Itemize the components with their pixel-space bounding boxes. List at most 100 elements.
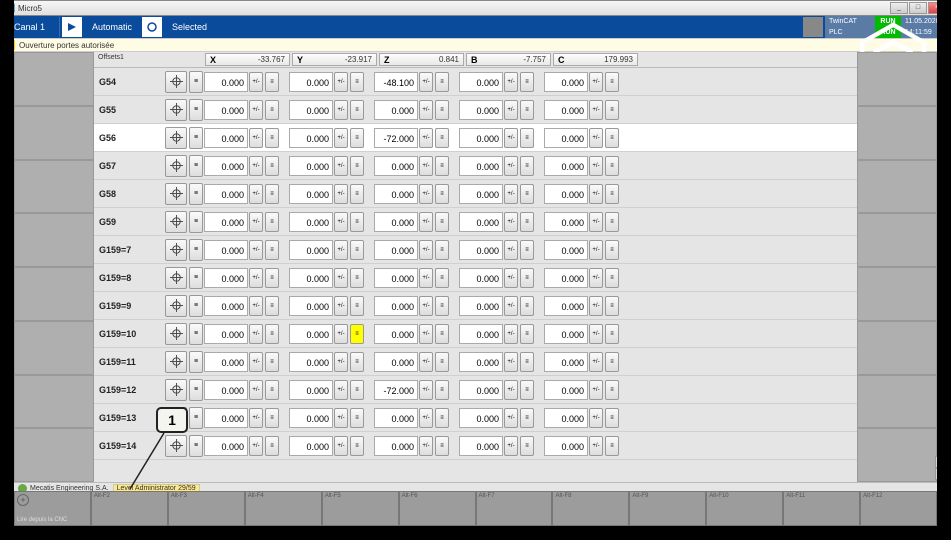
cell-menu-button[interactable]: ≡: [520, 72, 534, 92]
plusminus-button[interactable]: +/-: [334, 72, 348, 92]
cell-menu-button[interactable]: ≡: [350, 352, 364, 372]
offset-value-input[interactable]: 0.000: [289, 240, 333, 260]
offset-value-input[interactable]: 0.000: [374, 408, 418, 428]
origin-icon-button[interactable]: [165, 71, 187, 93]
offset-value-input[interactable]: 0.000: [374, 184, 418, 204]
right-slot[interactable]: [857, 52, 937, 106]
origin-icon-button[interactable]: [165, 435, 187, 457]
cell-menu-button[interactable]: ≡: [350, 100, 364, 120]
cell-menu-button[interactable]: ≡: [520, 296, 534, 316]
cell-menu-button[interactable]: ≡: [265, 352, 279, 372]
row-menu-button[interactable]: ≡: [189, 155, 203, 177]
offset-value-input[interactable]: 0.000: [289, 156, 333, 176]
plusminus-button[interactable]: +/-: [504, 128, 518, 148]
cell-menu-button[interactable]: ≡: [520, 156, 534, 176]
cell-menu-button[interactable]: ≡: [605, 268, 619, 288]
offset-value-input[interactable]: 0.000: [289, 436, 333, 456]
offset-value-input[interactable]: 0.000: [374, 240, 418, 260]
cell-menu-button[interactable]: ≡: [435, 184, 449, 204]
cell-menu-button[interactable]: ≡: [435, 296, 449, 316]
row-menu-button[interactable]: ≡: [189, 99, 203, 121]
offset-value-input[interactable]: 0.000: [289, 72, 333, 92]
cell-menu-button[interactable]: ≡: [605, 212, 619, 232]
offset-value-input[interactable]: 0.000: [204, 240, 248, 260]
cell-menu-button[interactable]: ≡: [265, 268, 279, 288]
cell-menu-button[interactable]: ≡: [265, 408, 279, 428]
plusminus-button[interactable]: +/-: [504, 156, 518, 176]
function-key-slot[interactable]: Alt-F9: [629, 491, 706, 526]
offset-value-input[interactable]: 0.000: [289, 408, 333, 428]
cell-menu-button[interactable]: ≡: [350, 156, 364, 176]
origin-icon-button[interactable]: [165, 323, 187, 345]
cell-menu-button[interactable]: ≡: [605, 184, 619, 204]
offset-value-input[interactable]: 0.000: [374, 352, 418, 372]
offset-value-input[interactable]: 0.000: [459, 380, 503, 400]
row-menu-button[interactable]: ≡: [189, 379, 203, 401]
function-key-slot[interactable]: +Lire depuis la CNC: [14, 491, 91, 526]
plusminus-button[interactable]: +/-: [504, 408, 518, 428]
origin-icon-button[interactable]: [165, 379, 187, 401]
offset-value-input[interactable]: 0.000: [544, 128, 588, 148]
plusminus-button[interactable]: +/-: [419, 212, 433, 232]
function-key-slot[interactable]: Alt-F6: [399, 491, 476, 526]
offset-value-input[interactable]: 0.000: [289, 296, 333, 316]
offset-value-input[interactable]: 0.000: [544, 380, 588, 400]
cell-menu-button[interactable]: ≡: [265, 212, 279, 232]
cell-menu-button[interactable]: ≡: [350, 380, 364, 400]
offset-value-input[interactable]: 0.000: [544, 212, 588, 232]
function-key-slot[interactable]: Alt-F2: [91, 491, 168, 526]
window-close-button[interactable]: ×: [928, 2, 946, 14]
cell-menu-button[interactable]: ≡: [435, 72, 449, 92]
plusminus-button[interactable]: +/-: [504, 352, 518, 372]
plusminus-button[interactable]: +/-: [419, 436, 433, 456]
plusminus-button[interactable]: +/-: [504, 184, 518, 204]
offset-value-input[interactable]: 0.000: [204, 380, 248, 400]
cell-menu-button[interactable]: ≡: [350, 408, 364, 428]
function-key-slot[interactable]: Alt-F11: [783, 491, 860, 526]
cell-menu-button[interactable]: ≡: [520, 128, 534, 148]
plusminus-button[interactable]: +/-: [589, 268, 603, 288]
plusminus-button[interactable]: +/-: [334, 380, 348, 400]
offset-value-input[interactable]: 0.000: [374, 436, 418, 456]
plusminus-button[interactable]: +/-: [589, 240, 603, 260]
plusminus-button[interactable]: +/-: [504, 380, 518, 400]
plusminus-button[interactable]: +/-: [334, 128, 348, 148]
row-menu-button[interactable]: ≡: [189, 211, 203, 233]
origin-icon-button[interactable]: [165, 155, 187, 177]
function-key-slot[interactable]: Alt-F4: [245, 491, 322, 526]
plusminus-button[interactable]: +/-: [419, 128, 433, 148]
offset-value-input[interactable]: 0.000: [544, 436, 588, 456]
plusminus-button[interactable]: +/-: [334, 268, 348, 288]
row-menu-button[interactable]: ≡: [189, 239, 203, 261]
plusminus-button[interactable]: +/-: [249, 296, 263, 316]
offset-value-input[interactable]: 0.000: [544, 156, 588, 176]
plusminus-button[interactable]: +/-: [334, 324, 348, 344]
left-slot[interactable]: [14, 267, 94, 321]
cell-menu-button[interactable]: ≡: [435, 156, 449, 176]
plusminus-button[interactable]: +/-: [589, 352, 603, 372]
cell-menu-button[interactable]: ≡: [520, 380, 534, 400]
offset-value-input[interactable]: 0.000: [204, 100, 248, 120]
plusminus-button[interactable]: +/-: [249, 72, 263, 92]
offset-value-input[interactable]: 0.000: [544, 296, 588, 316]
left-slot[interactable]: [14, 213, 94, 267]
offset-value-input[interactable]: 0.000: [459, 240, 503, 260]
plusminus-button[interactable]: +/-: [249, 324, 263, 344]
offset-row[interactable]: G54≡0.000+/-≡0.000+/-≡-48.100+/-≡0.000+/…: [94, 68, 857, 96]
right-slot[interactable]: [857, 375, 937, 429]
cell-menu-button[interactable]: ≡: [435, 212, 449, 232]
cell-menu-button[interactable]: ≡: [605, 296, 619, 316]
plusminus-button[interactable]: +/-: [249, 156, 263, 176]
offset-value-input[interactable]: 0.000: [374, 156, 418, 176]
offset-value-input[interactable]: 0.000: [459, 408, 503, 428]
offset-row[interactable]: G159=10≡0.000+/-≡0.000+/-≡0.000+/-≡0.000…: [94, 320, 857, 348]
plusminus-button[interactable]: +/-: [589, 324, 603, 344]
origin-icon-button[interactable]: [165, 211, 187, 233]
offset-value-input[interactable]: 0.000: [544, 240, 588, 260]
offset-value-input[interactable]: 0.000: [289, 324, 333, 344]
offset-row[interactable]: G159=11≡0.000+/-≡0.000+/-≡0.000+/-≡0.000…: [94, 348, 857, 376]
row-menu-button[interactable]: ≡: [189, 323, 203, 345]
plusminus-button[interactable]: +/-: [334, 212, 348, 232]
plusminus-button[interactable]: +/-: [334, 296, 348, 316]
offset-value-input[interactable]: 0.000: [374, 212, 418, 232]
